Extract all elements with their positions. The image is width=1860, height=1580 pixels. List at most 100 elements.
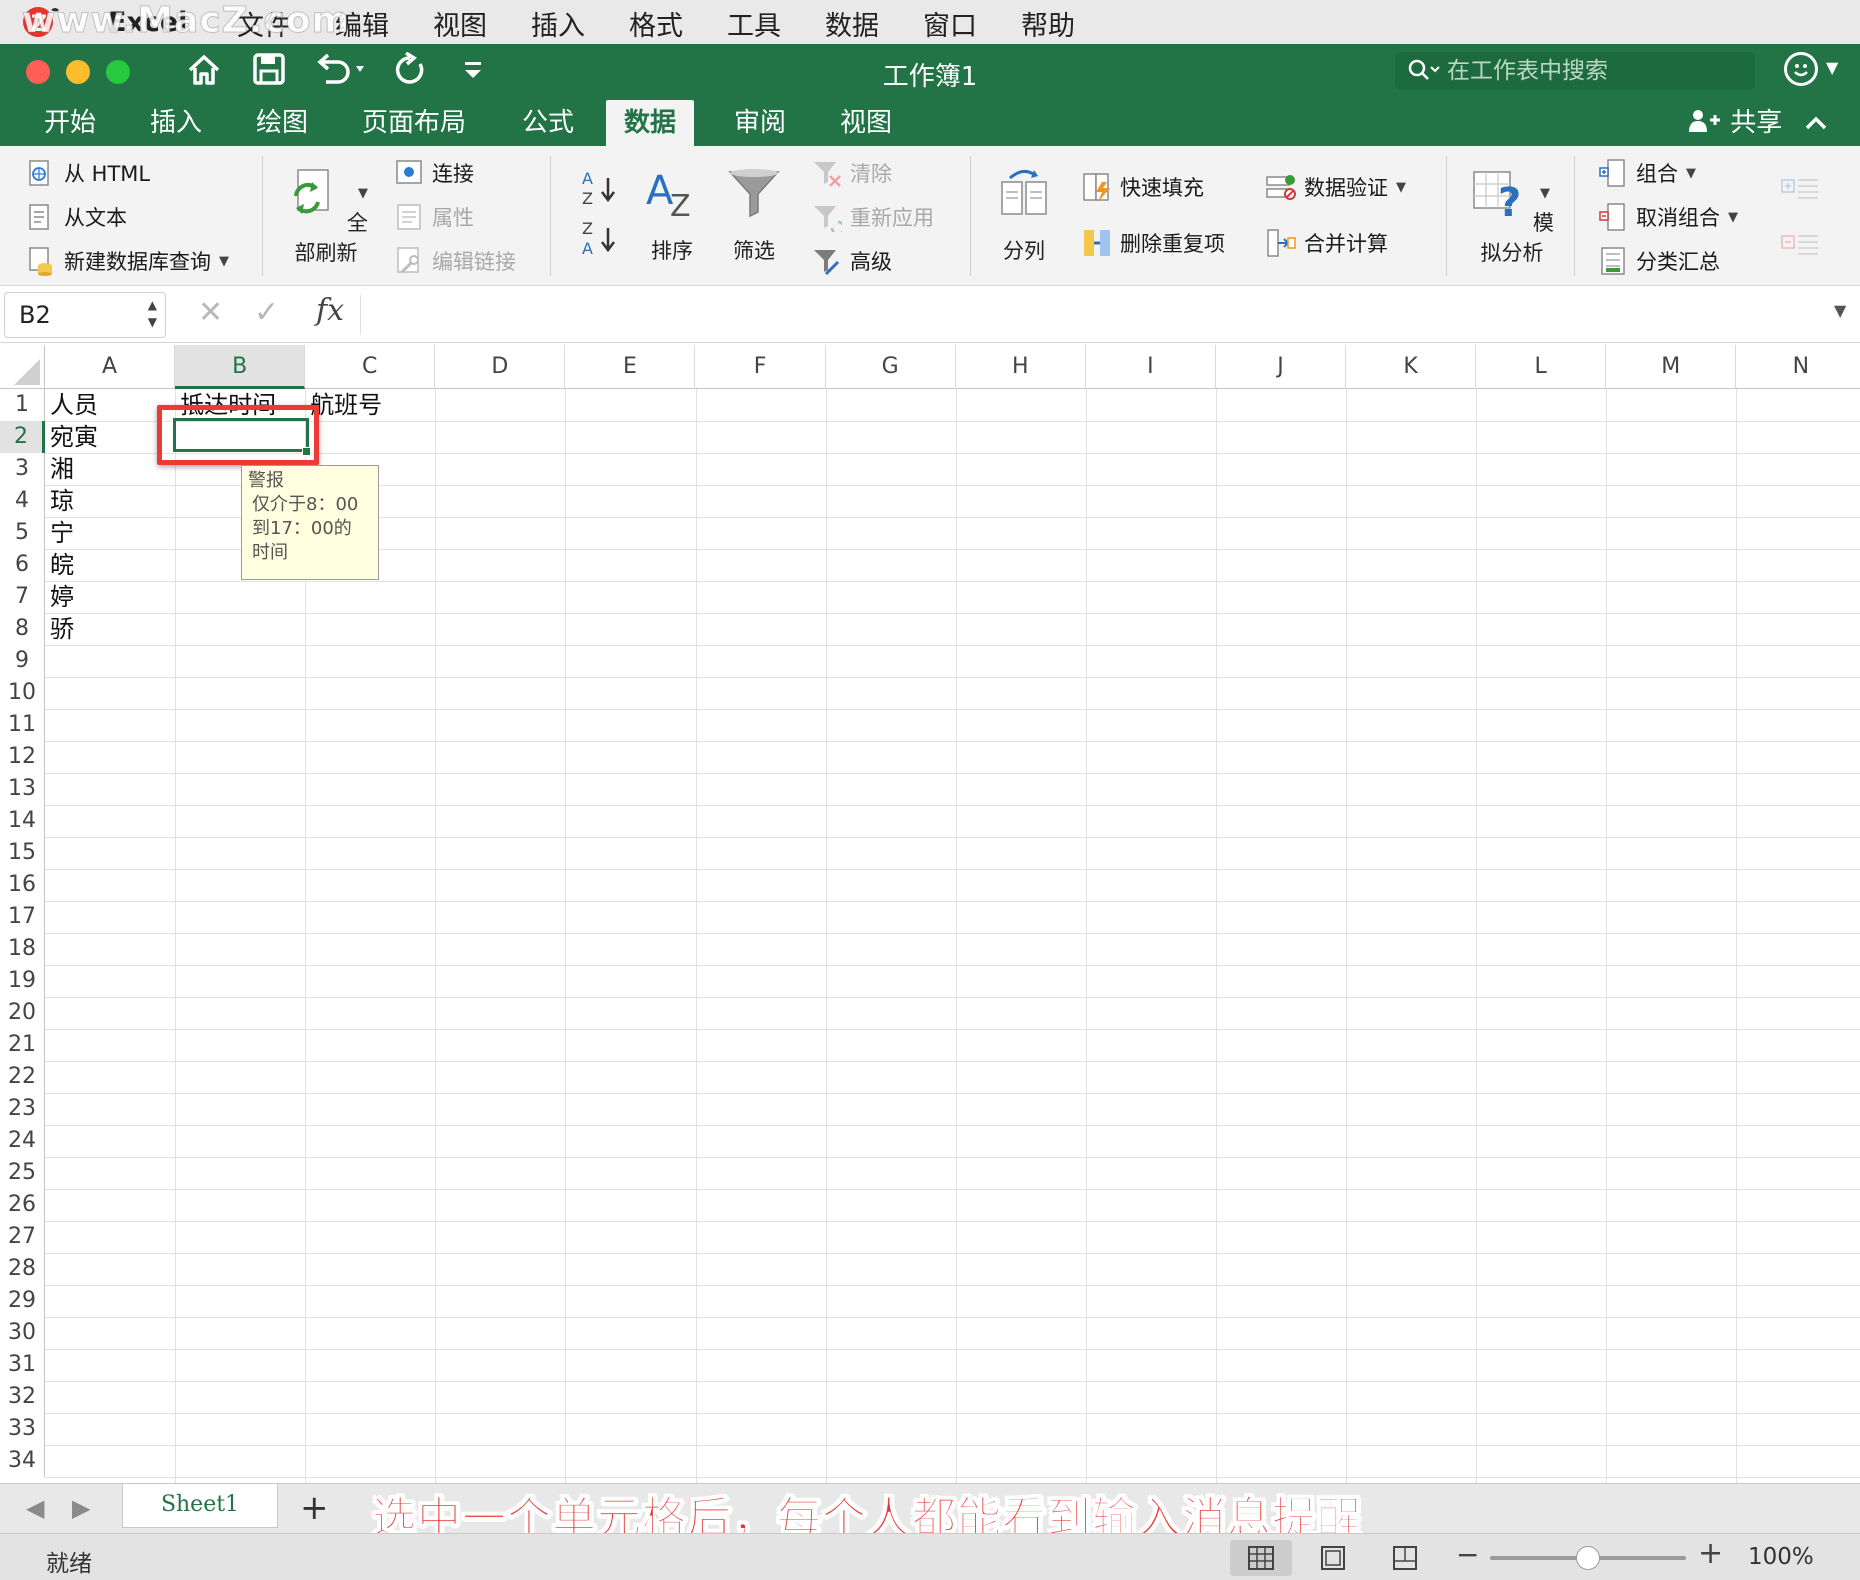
column-header-l[interactable]: L (1476, 345, 1607, 389)
column-header-h[interactable]: H (956, 345, 1086, 389)
page-layout-view-button[interactable] (1302, 1540, 1364, 1576)
row-header-7[interactable]: 7 (0, 581, 45, 613)
column-header-d[interactable]: D (435, 345, 566, 389)
cell-a8[interactable]: 骄 (45, 613, 214, 645)
row-header-13[interactable]: 13 (0, 773, 45, 805)
new-database-query-button[interactable]: 新建数据库查询 ▼ (26, 246, 229, 276)
row-header-1[interactable]: 1 (0, 389, 45, 421)
cancel-entry-icon[interactable]: ✕ (198, 295, 223, 330)
text-to-columns-button[interactable]: 分列 (992, 166, 1056, 265)
flash-fill-button[interactable]: 快速填充 (1082, 172, 1204, 202)
zoom-in-button[interactable]: + (1698, 1536, 1723, 1571)
caret-down-icon[interactable]: ▼ (358, 186, 368, 201)
remove-duplicates-button[interactable]: 删除重复项 (1082, 228, 1225, 258)
menu-format[interactable]: 格式 (607, 4, 705, 43)
row-header-25[interactable]: 25 (0, 1157, 45, 1189)
previous-sheet-icon[interactable]: ◀ (26, 1494, 44, 1522)
row-header-5[interactable]: 5 (0, 517, 45, 549)
sort-descending-icon[interactable]: Z A (578, 218, 618, 260)
column-header-j[interactable]: J (1216, 345, 1346, 389)
refresh-all-button[interactable]: 全部刷新 (278, 166, 374, 267)
tab-draw[interactable]: 绘图 (238, 100, 326, 146)
row-header-14[interactable]: 14 (0, 805, 45, 837)
row-header-29[interactable]: 29 (0, 1285, 45, 1317)
row-header-23[interactable]: 23 (0, 1093, 45, 1125)
subtotal-button[interactable]: 分类汇总 (1598, 246, 1720, 276)
what-if-analysis-button[interactable]: ? 模拟分析 (1462, 166, 1562, 267)
row-header-19[interactable]: 19 (0, 965, 45, 997)
chevron-down-icon[interactable]: ▼ (1826, 58, 1838, 77)
tab-data[interactable]: 数据 (606, 100, 695, 146)
row-header-3[interactable]: 3 (0, 453, 45, 485)
confirm-entry-icon[interactable]: ✓ (254, 295, 279, 330)
row-header-21[interactable]: 21 (0, 1029, 45, 1061)
row-header-27[interactable]: 27 (0, 1221, 45, 1253)
expand-formula-bar-icon[interactable]: ▼ (1834, 301, 1846, 320)
ungroup-button[interactable]: 取消组合 ▼ (1598, 202, 1738, 232)
clear-filter-button[interactable]: 清除 (812, 158, 892, 188)
column-header-n[interactable]: N (1736, 345, 1860, 389)
column-header-k[interactable]: K (1346, 345, 1477, 389)
row-header-34[interactable]: 34 (0, 1445, 45, 1477)
advanced-filter-button[interactable]: 高级 (812, 246, 892, 276)
group-button[interactable]: 组合 ▼ (1598, 158, 1696, 188)
name-box[interactable]: B2 ▲ ▼ (4, 292, 166, 338)
row-header-17[interactable]: 17 (0, 901, 45, 933)
from-html-button[interactable]: 从 HTML (26, 158, 150, 188)
next-sheet-icon[interactable]: ▶ (72, 1494, 90, 1522)
caret-down-icon[interactable]: ▼ (1540, 186, 1550, 201)
column-header-m[interactable]: M (1606, 345, 1737, 389)
sort-ascending-icon[interactable]: A Z (578, 168, 618, 210)
row-header-9[interactable]: 9 (0, 645, 45, 677)
share-button[interactable]: 共享 (1688, 100, 1782, 146)
row-header-2[interactable]: 2 (0, 421, 45, 453)
row-header-26[interactable]: 26 (0, 1189, 45, 1221)
menu-view[interactable]: 视图 (411, 4, 509, 43)
insert-function-button[interactable]: fx (316, 293, 344, 328)
tab-insert[interactable]: 插入 (132, 100, 220, 146)
worksheet-grid[interactable]: ABCDEFGHIJKLMN 1 2 3 4 5 6 7 8 9 10 11 12 13 14 15 16 17… (0, 345, 1860, 1483)
row-header-16[interactable]: 16 (0, 869, 45, 901)
formula-input[interactable] (360, 295, 1820, 335)
cell-a5[interactable]: 宁 (45, 517, 214, 549)
column-header-c[interactable]: C (305, 345, 436, 389)
column-header-a[interactable]: A (45, 345, 176, 389)
menu-insert[interactable]: 插入 (509, 4, 607, 43)
from-text-button[interactable]: 从文本 (26, 202, 127, 232)
tab-review[interactable]: 审阅 (716, 100, 804, 146)
row-header-30[interactable]: 30 (0, 1317, 45, 1349)
tab-page-layout[interactable]: 页面布局 (344, 100, 484, 146)
properties-button[interactable]: 属性 (394, 202, 474, 232)
column-header-g[interactable]: G (826, 345, 956, 389)
page-break-view-button[interactable] (1374, 1540, 1436, 1576)
consolidate-button[interactable]: 合并计算 (1266, 228, 1388, 258)
cell-a7[interactable]: 婷 (45, 581, 214, 613)
row-header-6[interactable]: 6 (0, 549, 45, 581)
filter-button[interactable]: 筛选 (722, 166, 786, 265)
normal-view-button[interactable] (1230, 1540, 1292, 1576)
row-header-11[interactable]: 11 (0, 709, 45, 741)
sheet-search-input[interactable]: 在工作表中搜索 (1395, 52, 1755, 90)
row-header-15[interactable]: 15 (0, 837, 45, 869)
cell-a4[interactable]: 琼 (45, 485, 214, 517)
cell-a6[interactable]: 皖 (45, 549, 214, 581)
add-sheet-button[interactable]: + (300, 1488, 329, 1528)
sheet-tab[interactable]: Sheet1 (122, 1484, 278, 1528)
fill-handle[interactable] (302, 447, 311, 456)
row-header-10[interactable]: 10 (0, 677, 45, 709)
row-header-4[interactable]: 4 (0, 485, 45, 517)
column-header-i[interactable]: I (1086, 345, 1216, 389)
sort-button[interactable]: A Z 排序 (640, 166, 704, 265)
row-header-22[interactable]: 22 (0, 1061, 45, 1093)
menu-data[interactable]: 数据 (803, 4, 901, 43)
menu-window[interactable]: 窗口 (901, 4, 999, 43)
row-header-32[interactable]: 32 (0, 1381, 45, 1413)
menu-tools[interactable]: 工具 (705, 4, 803, 43)
row-header-12[interactable]: 12 (0, 741, 45, 773)
row-header-28[interactable]: 28 (0, 1253, 45, 1285)
cell-c1[interactable]: 航班号 (305, 389, 474, 421)
menu-help[interactable]: 帮助 (999, 4, 1097, 43)
column-header-e[interactable]: E (565, 345, 696, 389)
data-validation-button[interactable]: 数据验证 ▼ (1266, 172, 1406, 202)
column-header-b[interactable]: B (175, 345, 306, 389)
